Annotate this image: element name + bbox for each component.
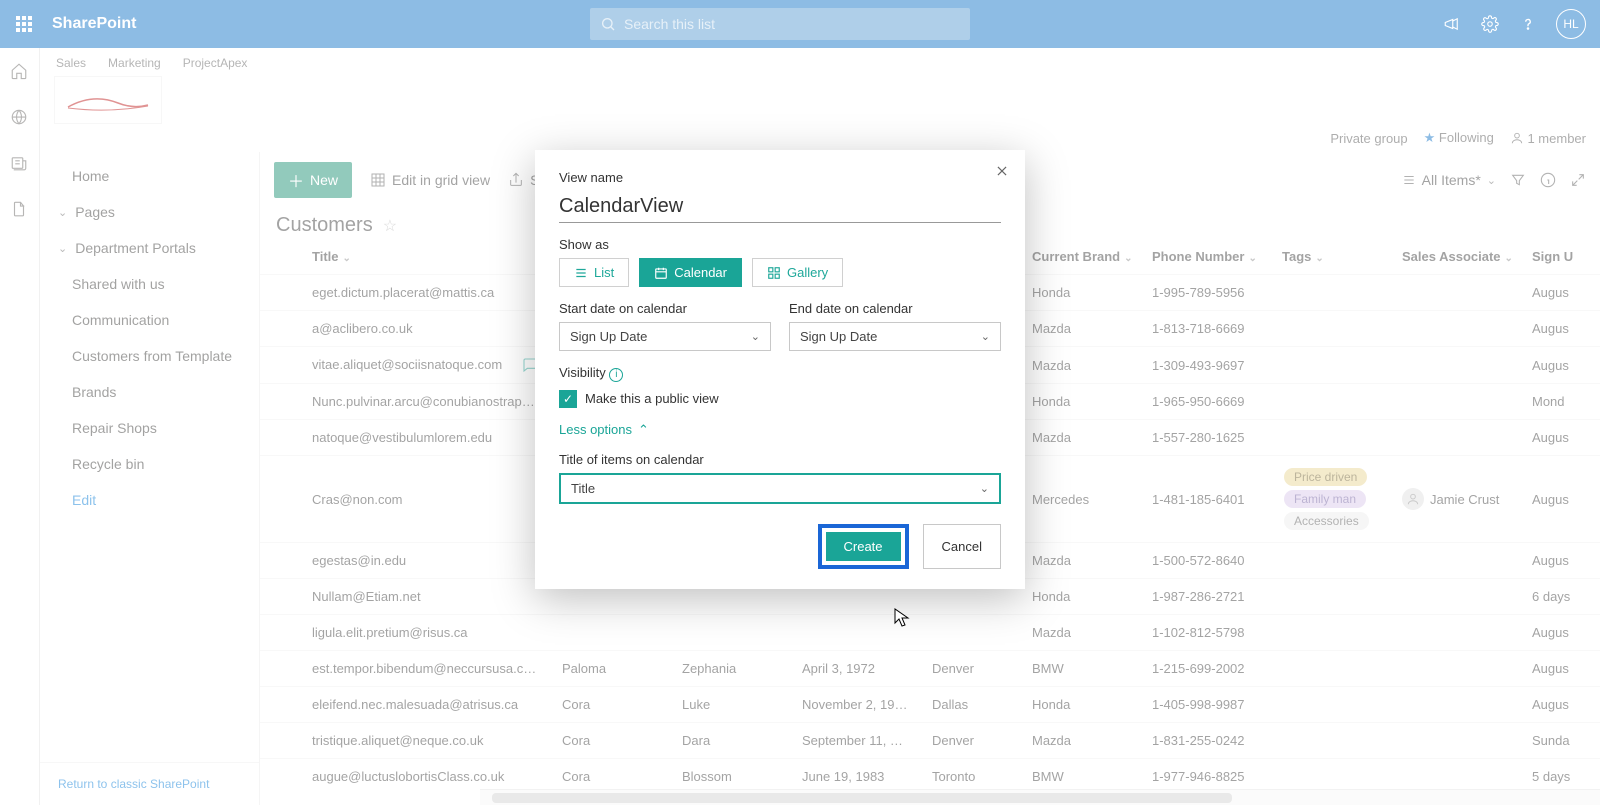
chevron-down-icon: ⌄ [751, 330, 760, 343]
less-options-toggle[interactable]: Less options⌃ [559, 422, 1001, 438]
list-icon [574, 266, 588, 280]
create-button[interactable]: Create [826, 532, 901, 561]
chevron-down-icon: ⌄ [981, 330, 990, 343]
public-checkbox[interactable]: ✓ [559, 390, 577, 408]
cancel-button[interactable]: Cancel [923, 524, 1001, 569]
chevron-up-icon: ⌃ [638, 422, 649, 438]
title-items-label: Title of items on calendar [559, 452, 1001, 467]
chevron-down-icon: ⌄ [980, 482, 989, 495]
end-date-select[interactable]: Sign Up Date⌄ [789, 322, 1001, 351]
start-date-label: Start date on calendar [559, 301, 771, 316]
create-view-modal: View name Show as List Calendar Gallery … [535, 150, 1025, 589]
title-items-select[interactable]: Title⌄ [559, 473, 1001, 504]
public-label: Make this a public view [585, 391, 719, 406]
show-as-label: Show as [559, 237, 1001, 252]
show-as-calendar[interactable]: Calendar [639, 258, 742, 287]
info-icon[interactable]: i [609, 368, 623, 382]
start-date-select[interactable]: Sign Up Date⌄ [559, 322, 771, 351]
close-icon [995, 164, 1009, 178]
calendar-icon [654, 266, 668, 280]
end-date-label: End date on calendar [789, 301, 1001, 316]
show-as-gallery[interactable]: Gallery [752, 258, 843, 287]
visibility-label: Visibility i [559, 365, 1001, 382]
view-name-input[interactable] [559, 191, 1001, 223]
close-button[interactable] [995, 164, 1009, 178]
gallery-icon [767, 266, 781, 280]
create-button-highlight: Create [818, 524, 909, 569]
view-name-label: View name [559, 170, 1001, 185]
show-as-list[interactable]: List [559, 258, 629, 287]
